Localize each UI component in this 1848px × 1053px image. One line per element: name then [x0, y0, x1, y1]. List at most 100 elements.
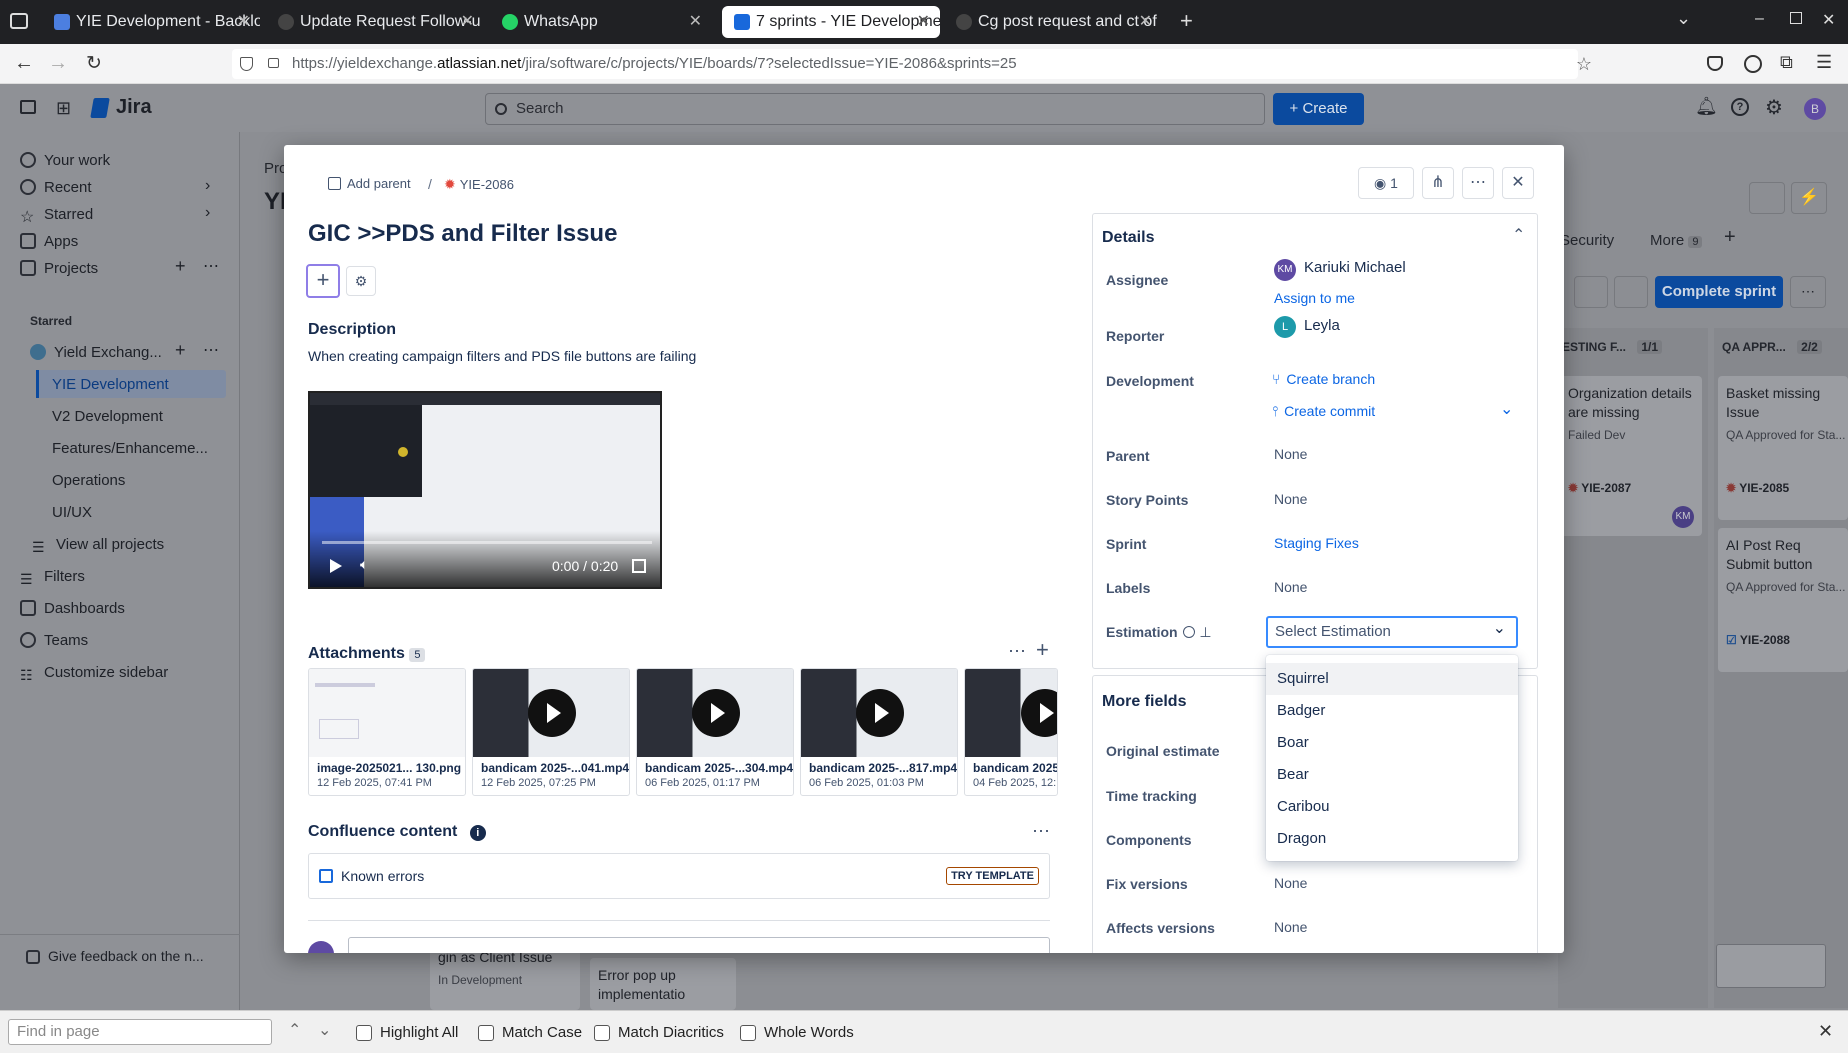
assign-to-me-link[interactable]: Assign to me [1274, 290, 1355, 306]
known-errors-row[interactable]: Known errors TRY TEMPLATE [308, 853, 1050, 899]
board-tab-security[interactable]: Security [1560, 232, 1614, 249]
board-tab-more[interactable]: More 9 [1650, 232, 1703, 249]
issue-title[interactable]: GIC >>PDS and Filter Issue [308, 220, 617, 248]
estimation-select[interactable]: Select Estimation ⌄ [1266, 616, 1518, 648]
board-share-icon[interactable] [1749, 182, 1785, 214]
more-fields-heading[interactable]: More fields [1102, 693, 1186, 711]
notifications-bell-icon[interactable]: 🔔︎ [1695, 96, 1718, 117]
sidebar-board-uiux[interactable]: UI/UX [44, 504, 92, 521]
board-lightning-icon[interactable]: ⚡ [1791, 182, 1827, 214]
whole-words-checkbox[interactable] [740, 1025, 756, 1041]
match-diacritics-checkbox[interactable] [594, 1025, 610, 1041]
settings-gear-icon[interactable]: ⚙ [1765, 95, 1783, 120]
board-card-basket-missing[interactable]: Basket missing Issue QA Approved for Sta… [1718, 376, 1848, 520]
estimation-option-dragon[interactable]: Dragon [1266, 823, 1518, 855]
attachment-thumbnail[interactable]: bandicam 2025-...041.mp4 12 Feb 2025, 07… [472, 668, 630, 796]
menu-icon[interactable]: ☰ [1816, 52, 1832, 73]
jira-create-button[interactable]: + Create [1273, 93, 1364, 125]
sidebar-item-starred[interactable]: ☆ Starred [20, 206, 93, 227]
whole-words-label[interactable]: Whole Words [764, 1024, 854, 1041]
description-text[interactable]: When creating campaign filters and PDS f… [308, 348, 696, 364]
sidebar-board-v2-development[interactable]: V2 Development [44, 408, 163, 425]
sidebar-item-teams[interactable]: Teams [20, 632, 88, 649]
close-modal-button[interactable]: ✕ [1502, 167, 1534, 199]
chevron-right-icon[interactable]: › [205, 177, 210, 195]
play-icon[interactable] [330, 559, 342, 573]
restore-icon[interactable] [1790, 12, 1802, 24]
jira-logo-text[interactable]: Jira [116, 96, 152, 119]
create-commit-link[interactable]: ⫯ Create commit [1272, 403, 1375, 420]
sidebar-view-all-projects[interactable]: ☰ View all projects [32, 536, 164, 557]
share-button[interactable]: ⋔ [1422, 167, 1454, 199]
fix-versions-value[interactable]: None [1274, 875, 1307, 891]
attachments-more-icon[interactable]: ⋯ [1008, 641, 1026, 662]
find-previous-icon[interactable]: ⌃ [288, 1020, 301, 1040]
sidebar-project-yield[interactable]: Yield Exchang... [30, 344, 162, 361]
assignee-value[interactable]: KM Kariuki Michael [1274, 259, 1406, 281]
minimize-icon[interactable]: – [1755, 10, 1764, 28]
tab-overflow-chevron-icon[interactable]: ⌄ [1676, 8, 1691, 29]
new-tab-icon[interactable]: + [1180, 8, 1193, 34]
match-diacritics-label[interactable]: Match Diacritics [618, 1024, 724, 1041]
tab-cg-post-request[interactable]: Cg post request and ct of ✕ [944, 6, 1162, 38]
sidebar-item-recent[interactable]: Recent [20, 179, 92, 196]
bookmark-star-icon[interactable]: ☆ [1576, 49, 1592, 79]
account-icon[interactable] [1744, 55, 1762, 73]
sidebar-toggle-icon[interactable] [20, 100, 36, 114]
highlight-all-label[interactable]: Highlight All [380, 1024, 458, 1041]
sidebar-item-customize[interactable]: ☷ Customize sidebar [20, 664, 168, 685]
info-icon[interactable] [1183, 626, 1196, 638]
board-minimap[interactable] [1716, 944, 1826, 988]
give-feedback-link[interactable]: Give feedback on the n... [26, 948, 204, 964]
more-icon[interactable]: ⋯ [203, 256, 219, 276]
try-template-button[interactable]: TRY TEMPLATE [946, 867, 1039, 885]
extensions-icon[interactable]: ⧉ [1780, 52, 1793, 73]
sidebar-item-dashboards[interactable]: Dashboards [20, 600, 125, 617]
add-attachment-icon[interactable]: + [1036, 637, 1049, 663]
help-icon[interactable]: ? [1731, 98, 1749, 116]
estimation-option-caribou[interactable]: Caribou [1266, 791, 1518, 823]
info-icon[interactable]: i [469, 825, 486, 841]
board-more-icon[interactable]: ⋯ [1790, 276, 1826, 308]
more-actions-button[interactable]: ⋯ [1462, 167, 1494, 199]
add-parent-button[interactable]: Add parent [328, 176, 411, 191]
add-tab-icon[interactable]: + [1724, 226, 1736, 249]
sidebar-board-features[interactable]: Features/Enhanceme... [44, 440, 208, 457]
estimation-option-bear[interactable]: Bear [1266, 759, 1518, 791]
estimation-option-squirrel[interactable]: Squirrel [1266, 663, 1518, 695]
close-find-icon[interactable]: ✕ [1818, 1021, 1833, 1042]
fullscreen-icon[interactable] [632, 559, 646, 573]
jira-search-input[interactable]: Search [485, 93, 1265, 125]
tab-list-icon[interactable] [10, 13, 28, 29]
story-points-value[interactable]: None [1274, 491, 1307, 507]
attachment-thumbnail[interactable]: bandicam 2025-... 04 Feb 2025, 12:... [964, 668, 1058, 796]
parent-value[interactable]: None [1274, 446, 1307, 462]
video-progress-track[interactable] [322, 541, 652, 544]
board-card-error-popup[interactable]: Error pop up implementatio [590, 958, 736, 1010]
collapse-chevron-icon[interactable]: ⌃ [1512, 225, 1525, 245]
add-icon[interactable]: + [175, 340, 186, 361]
attachment-thumbnail[interactable]: bandicam 2025-...304.mp4 06 Feb 2025, 01… [636, 668, 794, 796]
tab-7-sprints[interactable]: 7 sprints - YIE Developme ✕ [722, 6, 940, 38]
close-icon[interactable]: ✕ [461, 6, 474, 38]
back-icon[interactable]: ← [14, 52, 34, 75]
details-heading[interactable]: Details [1102, 229, 1154, 247]
attachment-thumbnail[interactable]: image-2025021... 130.png 12 Feb 2025, 07… [308, 668, 466, 796]
chevron-right-icon[interactable]: › [205, 204, 210, 222]
app-switcher-icon[interactable]: ⊞ [56, 98, 71, 119]
close-icon[interactable]: ✕ [689, 6, 702, 38]
board-filter-icon[interactable] [1574, 276, 1608, 308]
add-child-button[interactable]: + [306, 264, 340, 298]
find-next-icon[interactable]: ⌄ [318, 1020, 331, 1040]
forward-icon[interactable]: → [48, 52, 68, 75]
match-case-label[interactable]: Match Case [502, 1024, 582, 1041]
close-icon[interactable]: ✕ [237, 6, 250, 38]
reporter-value[interactable]: L Leyla [1274, 316, 1340, 338]
attachment-thumbnail[interactable]: bandicam 2025-...817.mp4 06 Feb 2025, 01… [800, 668, 958, 796]
sidebar-item-filters[interactable]: ☰ Filters [20, 568, 85, 589]
window-close-icon[interactable]: ✕ [1822, 10, 1835, 30]
sidebar-board-operations[interactable]: Operations [44, 472, 125, 489]
board-card-org-details[interactable]: Organization details are missing Failed … [1560, 376, 1702, 536]
tab-whatsapp[interactable]: WhatsApp ✕ [490, 6, 712, 38]
chevron-down-icon[interactable]: ⌄ [1500, 399, 1513, 419]
